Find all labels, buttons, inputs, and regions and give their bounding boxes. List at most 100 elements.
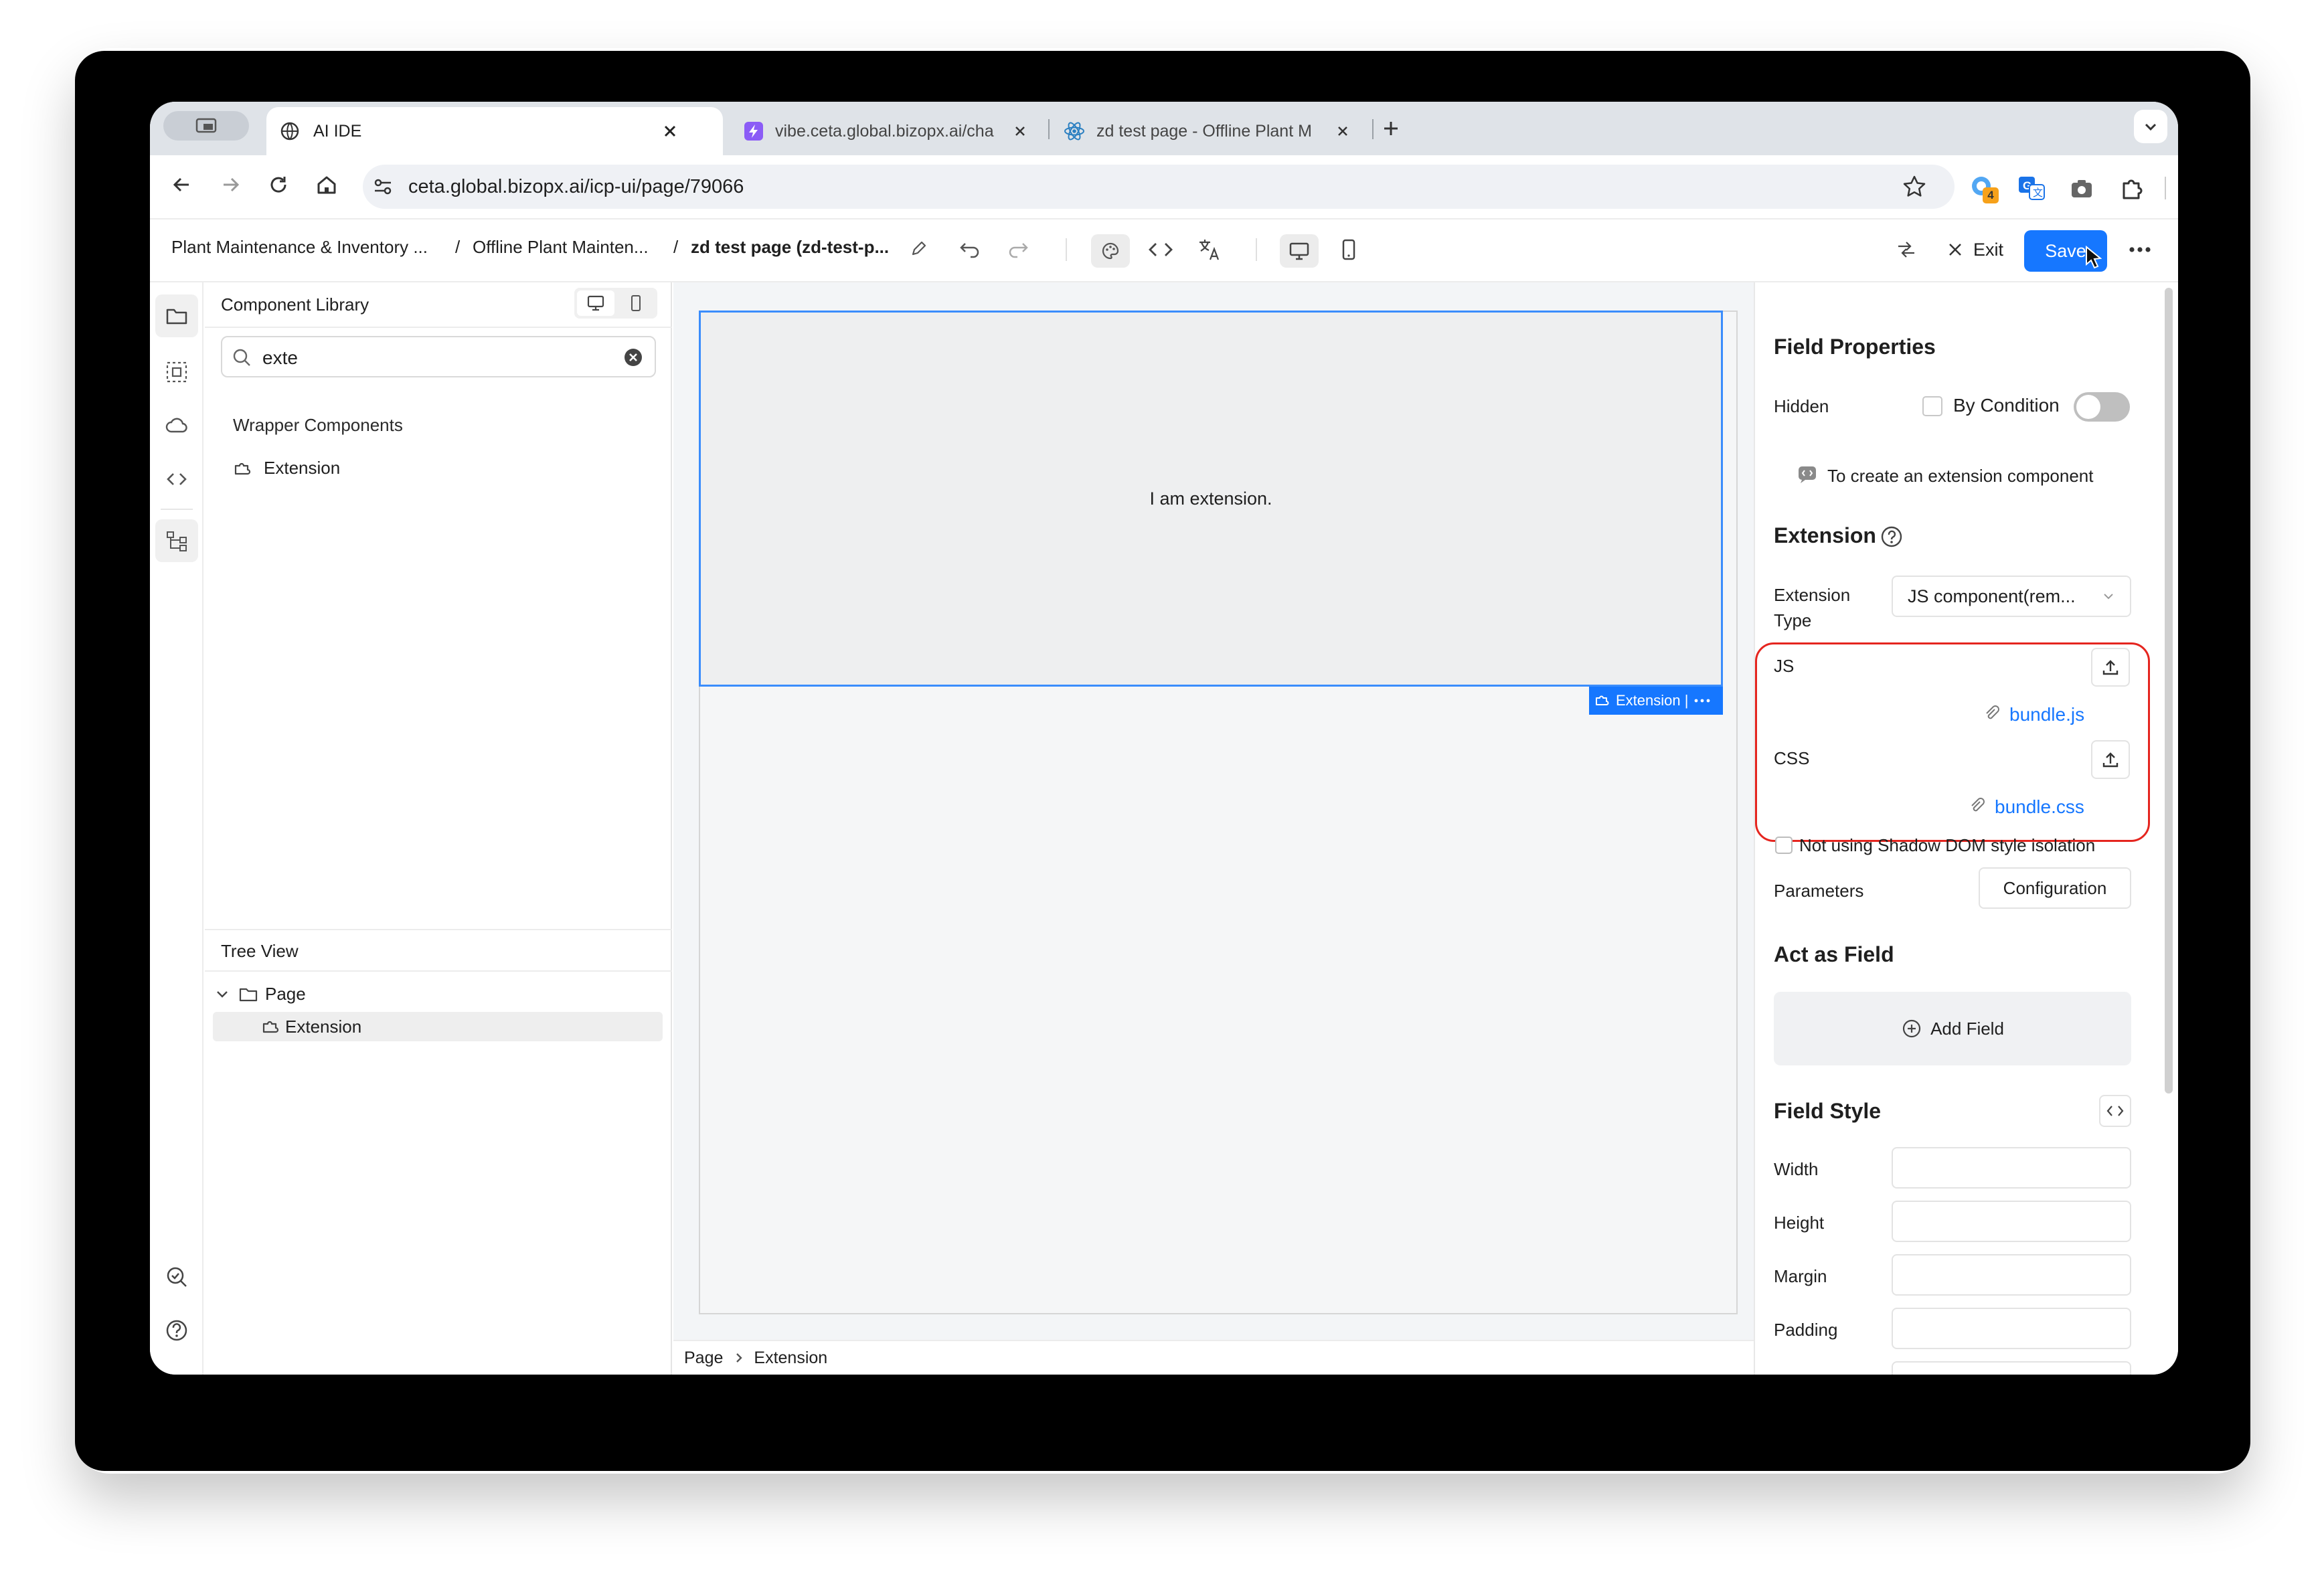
width-input[interactable]: [1892, 1147, 2131, 1189]
help-icon[interactable]: [165, 1318, 189, 1342]
panel-divider: [205, 327, 672, 328]
component-select-icon[interactable]: [165, 360, 189, 384]
status-crumb-page[interactable]: Page: [684, 1348, 723, 1368]
rail-tree-button[interactable]: [155, 519, 198, 562]
collapse-arrows-icon[interactable]: [1894, 238, 1918, 261]
component-library-title: Component Library: [221, 294, 369, 315]
extension-badge: 4: [1983, 187, 1999, 203]
library-desktop-button[interactable]: [577, 290, 614, 316]
reload-icon[interactable]: [265, 171, 292, 198]
new-tab-button[interactable]: [1379, 116, 1403, 141]
tree-node-extension[interactable]: Extension: [213, 1012, 663, 1041]
star-icon[interactable]: [1901, 173, 1928, 200]
more-horizontal-icon[interactable]: [1692, 694, 1712, 707]
cursor-pointer-icon: [2086, 245, 2102, 269]
tab-ai-ide[interactable]: AI IDE: [266, 107, 723, 155]
clear-icon[interactable]: [622, 347, 644, 368]
group-title: Wrapper Components: [233, 415, 403, 435]
tab-label: AI IDE: [313, 121, 362, 141]
breadcrumb-app[interactable]: Offline Plant Mainten...: [473, 237, 649, 258]
react-icon: [1064, 122, 1084, 141]
hidden-toggle[interactable]: [2074, 392, 2130, 422]
js-file-link[interactable]: bundle.js: [2009, 704, 2084, 725]
selection-toolbar[interactable]: Extension |: [1589, 687, 1723, 715]
component-search-field[interactable]: exte: [221, 336, 656, 377]
help-icon[interactable]: [1880, 525, 1904, 549]
height-label: Height: [1774, 1213, 1825, 1233]
search-input[interactable]: exte: [262, 347, 298, 369]
chevron-down-icon[interactable]: [214, 986, 230, 1002]
tab-zd-test-page[interactable]: zd test page - Offline Plant M: [1052, 107, 1370, 155]
status-crumb-extension[interactable]: Extension: [754, 1348, 827, 1368]
translate-extension-icon[interactable]: G文: [2017, 174, 2046, 202]
js-upload-button[interactable]: [2091, 648, 2130, 687]
close-icon[interactable]: [1335, 123, 1351, 139]
close-icon[interactable]: [1012, 123, 1028, 139]
palette-icon: [1102, 242, 1119, 260]
act-as-field-title: Act as Field: [1774, 942, 1894, 966]
configuration-button[interactable]: Configuration: [1979, 867, 2131, 909]
address-bar[interactable]: ceta.global.bizopx.ai/icp-ui/page/79066: [363, 165, 1955, 209]
exit-button[interactable]: Exit: [1946, 238, 2003, 261]
chevron-down-icon: [2145, 123, 2157, 131]
url-text[interactable]: ceta.global.bizopx.ai/icp-ui/page/79066: [408, 176, 744, 198]
height-input[interactable]: [1892, 1201, 2131, 1242]
save-label: Save: [2045, 240, 2086, 261]
extension-type-select[interactable]: JS component(rem...: [1892, 576, 2131, 617]
lightning-icon: [744, 122, 763, 141]
undo-icon[interactable]: [959, 238, 981, 258]
pencil-icon[interactable]: [909, 238, 929, 258]
back-arrow-icon[interactable]: [169, 171, 195, 198]
configuration-label: Configuration: [2003, 877, 2107, 898]
camera-icon[interactable]: [2068, 175, 2095, 202]
padding-input[interactable]: [1892, 1308, 2131, 1349]
breadcrumb-project[interactable]: Plant Maintenance & Inventory ...: [171, 237, 428, 258]
extension-component[interactable]: I am extension.: [699, 311, 1723, 687]
tree-node-page[interactable]: Page: [214, 984, 306, 1005]
add-field-button[interactable]: Add Field: [1774, 992, 2131, 1065]
tab-groups-icon: [195, 118, 217, 133]
code-icon[interactable]: [165, 467, 189, 491]
folder-icon: [239, 988, 258, 1001]
by-condition-checkbox[interactable]: [1922, 396, 1942, 416]
css-upload-button[interactable]: [2091, 740, 2130, 779]
field-style-code-button[interactable]: [2099, 1095, 2131, 1127]
translate-icon[interactable]: [1197, 237, 1222, 262]
extension-copilot[interactable]: 4: [1969, 174, 1999, 203]
shadow-dom-checkbox[interactable]: [1775, 837, 1793, 854]
mobile-icon[interactable]: [1339, 238, 1359, 261]
search-icon: [233, 349, 250, 366]
code-icon[interactable]: [1147, 238, 1174, 261]
next-style-input[interactable]: [1892, 1361, 2131, 1375]
forward-arrow-icon[interactable]: [217, 171, 244, 198]
paperclip-icon: [1986, 705, 1999, 719]
extension-hint: To create an extension component: [1827, 466, 2094, 486]
library-item-extension[interactable]: Extension: [233, 458, 340, 478]
tab-list-button[interactable]: [2134, 110, 2167, 143]
margin-input[interactable]: [1892, 1254, 2131, 1296]
panel-scrollbar[interactable]: [2165, 288, 2173, 1094]
cloud-icon[interactable]: [165, 414, 189, 438]
home-icon[interactable]: [313, 171, 340, 198]
library-mobile-button[interactable]: [617, 290, 655, 316]
close-icon[interactable]: [661, 122, 679, 140]
rail-pages-button[interactable]: [155, 294, 198, 337]
redo-icon[interactable]: [1007, 238, 1029, 258]
extension-section-title: Extension: [1774, 523, 1876, 547]
breadcrumb-page: zd test page (zd-test-p...: [691, 237, 890, 257]
tab-vibe[interactable]: vibe.ceta.global.bizopx.ai/cha: [732, 107, 1043, 155]
css-file-link[interactable]: bundle.css: [1995, 796, 2084, 818]
add-field-label: Add Field: [1930, 1018, 2004, 1039]
desktop-view-button[interactable]: [1280, 234, 1319, 268]
exit-label: Exit: [1973, 239, 2004, 260]
zoom-check-icon[interactable]: [165, 1265, 189, 1289]
site-settings-icon[interactable]: [371, 175, 395, 199]
more-horizontal-icon[interactable]: [2126, 238, 2154, 261]
status-bar: Page Extension: [673, 1340, 1754, 1375]
extensions-puzzle-icon[interactable]: [2118, 174, 2145, 201]
extension-type-value: JS component(rem...: [1908, 586, 2076, 606]
theme-button[interactable]: [1091, 234, 1130, 268]
tab-search-button[interactable]: [163, 111, 249, 141]
puzzle-plug-icon: [1596, 695, 1609, 705]
tree-view-title: Tree View: [221, 941, 299, 961]
